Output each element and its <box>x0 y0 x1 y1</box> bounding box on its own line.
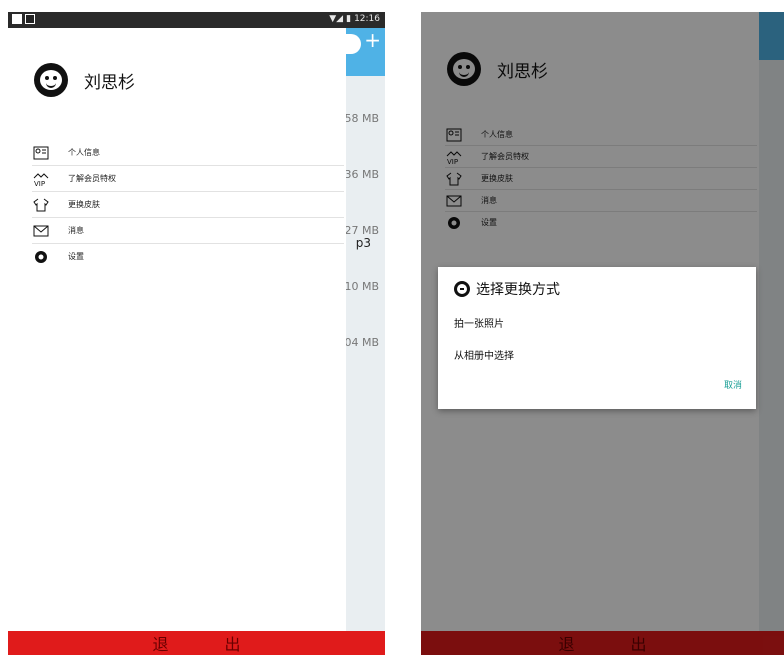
add-icon: + <box>364 28 381 52</box>
avatar-icon <box>454 281 470 297</box>
status-bar: ▼◢ ▮ 12:16 <box>8 12 385 28</box>
logout-label: 退 <box>152 635 169 654</box>
cancel-button[interactable]: 取消 <box>724 378 742 391</box>
vip-crown-icon: VIP <box>32 171 50 187</box>
status-time: 12:16 <box>354 14 380 24</box>
battery-icon: ▮ <box>346 14 352 24</box>
logout-button[interactable]: 退 出 <box>8 631 385 655</box>
gear-icon <box>32 249 50 265</box>
envelope-icon <box>32 223 50 239</box>
notification-icon <box>25 14 35 24</box>
user-name: 刘思杉 <box>84 72 135 93</box>
id-card-icon <box>32 145 50 161</box>
notification-icon <box>12 14 22 24</box>
tshirt-icon <box>32 197 50 213</box>
choose-from-album-option[interactable]: 从相册中选择 <box>454 347 514 362</box>
signal-icon: ▼◢ <box>329 14 344 24</box>
change-avatar-dialog: 选择更换方式 拍一张照片 从相册中选择 取消 <box>438 267 756 409</box>
file-name-fragment: p3 <box>355 236 371 250</box>
menu-item-label: 更换皮肤 <box>68 200 100 209</box>
menu-item-label: 了解会员特权 <box>68 174 116 183</box>
avatar[interactable] <box>34 63 68 97</box>
file-size: 58 MB <box>344 112 379 125</box>
menu-item-profile[interactable]: 个人信息 <box>32 140 344 166</box>
dialog-title-text: 选择更换方式 <box>476 282 560 298</box>
logout-label: 出 <box>224 635 241 654</box>
file-size: 04 MB <box>344 336 379 349</box>
left-screen: ▼◢ ▮ 12:16 + 58 MB 36 MB 27 MB p3 10 MB … <box>8 12 385 655</box>
drawer-menu: 个人信息 VIP 了解会员特权 更换皮肤 消息 设置 <box>32 140 344 269</box>
profile-header[interactable]: 刘思杉 <box>34 63 135 97</box>
menu-item-label: 设置 <box>68 252 84 261</box>
file-size: 36 MB <box>344 168 379 181</box>
menu-item-messages[interactable]: 消息 <box>32 218 344 244</box>
file-size: 10 MB <box>344 280 379 293</box>
right-screen: 刘思杉 个人信息 VIP 了解会员特权 更换皮肤 消息 设置 退 出 选择更换方… <box>421 12 784 655</box>
dialog-title: 选择更换方式 <box>454 279 560 299</box>
menu-item-settings[interactable]: 设置 <box>32 244 344 269</box>
navigation-drawer: 刘思杉 个人信息 VIP 了解会员特权 更换皮肤 消息 设置 <box>8 28 346 655</box>
svg-text:VIP: VIP <box>34 180 45 187</box>
menu-item-label: 消息 <box>68 226 84 235</box>
menu-item-label: 个人信息 <box>68 148 100 157</box>
menu-item-skin[interactable]: 更换皮肤 <box>32 192 344 218</box>
take-photo-option[interactable]: 拍一张照片 <box>454 315 504 330</box>
menu-item-vip[interactable]: VIP 了解会员特权 <box>32 166 344 192</box>
